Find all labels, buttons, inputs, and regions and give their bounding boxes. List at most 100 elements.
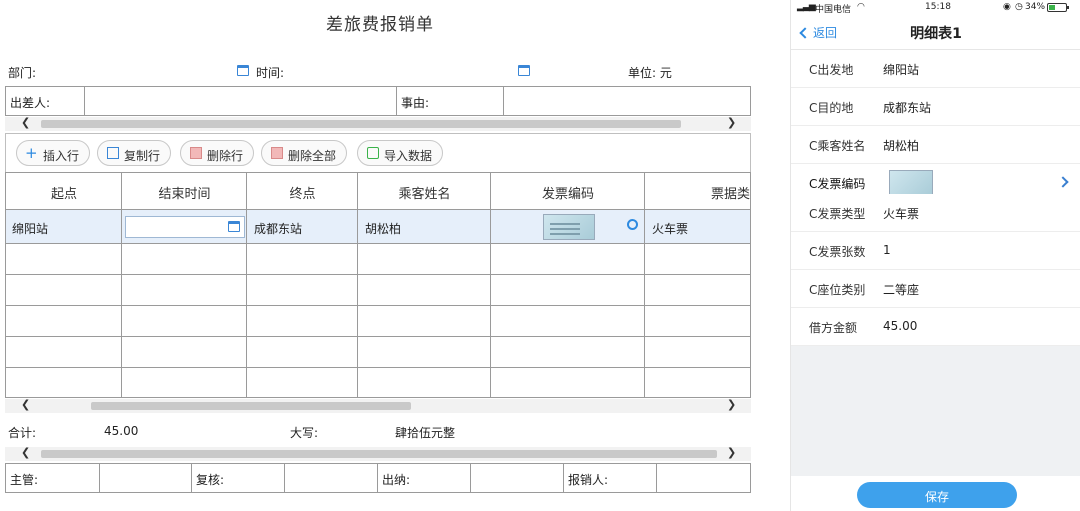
cell-passenger[interactable]: 胡松柏 (361, 210, 405, 243)
footer-scrollbar[interactable]: ❮ ❯ (5, 446, 751, 461)
detail-key: C出发地 (809, 63, 854, 77)
supervisor-input[interactable] (100, 464, 192, 492)
upper-label: 大写: (290, 426, 319, 440)
location-icon: ◉ (1003, 2, 1011, 12)
trash-icon (190, 147, 202, 159)
detail-value: 火车票 (883, 207, 920, 221)
page-title: 明细表1 (910, 26, 962, 42)
reason-input[interactable] (504, 87, 750, 115)
time-label: 时间: (256, 66, 285, 80)
status-time: 15:18 (925, 2, 951, 12)
reviewer-input[interactable] (285, 464, 378, 492)
list-item[interactable]: C发票张数 1 (791, 232, 1080, 270)
unit-label: 单位: 元 (628, 66, 672, 80)
import-data-button[interactable]: 导入数据 (357, 140, 444, 166)
dept-label: 部门: (8, 66, 37, 80)
battery-percent: 34% (1025, 2, 1046, 12)
insert-row-label: 插入行 (43, 149, 80, 163)
signal-icon: ▂▃▅ (797, 2, 816, 12)
scroll-right-icon[interactable]: ❯ (727, 446, 736, 459)
import-icon (367, 147, 379, 159)
detail-key: 借方金额 (809, 321, 858, 335)
chevron-right-icon[interactable] (1057, 176, 1069, 188)
detail-key: C目的地 (809, 101, 854, 115)
header-scrollbar[interactable]: ❮ ❯ (5, 116, 751, 131)
list-item[interactable]: C出发地 绵阳站 (791, 50, 1080, 88)
cell-end[interactable]: 成都东站 (250, 210, 306, 243)
scroll-left-icon[interactable]: ❮ (21, 446, 30, 459)
meta-row: 部门: 时间: 单位: 元 (0, 60, 760, 82)
search-icon[interactable] (627, 219, 638, 230)
header-fields: 出差人: 事由: (5, 86, 751, 116)
delete-all-button[interactable]: 删除全部 (261, 140, 348, 166)
delete-all-label: 删除全部 (288, 149, 337, 163)
carrier-label: 中国电信 (815, 5, 852, 15)
traveler-label: 出差人: (6, 87, 85, 115)
col-header-passenger: 乘客姓名 (398, 187, 451, 202)
upper-value: 肆拾伍元整 (395, 426, 456, 440)
calendar-icon[interactable] (518, 65, 530, 76)
table-toolbar: + 插入行 复制行 删除行 删除全部 导入数据 (5, 133, 751, 173)
trash-icon (271, 147, 283, 159)
list-item[interactable]: 借方金额 45.00 (791, 308, 1080, 346)
invoice-thumbnail[interactable] (543, 214, 595, 240)
cell-start[interactable]: 绵阳站 (8, 210, 52, 243)
import-data-label: 导入数据 (384, 149, 433, 163)
scroll-right-icon[interactable]: ❯ (727, 398, 736, 411)
scroll-left-icon[interactable]: ❮ (21, 398, 30, 411)
totals-row: 合计: 45.00 大写: 肆拾伍元整 (0, 424, 760, 442)
supervisor-label: 主管: (6, 464, 100, 492)
scroll-left-icon[interactable]: ❮ (21, 116, 30, 129)
col-header-end-time: 结束时间 (158, 187, 211, 202)
list-item[interactable]: C座位类别 二等座 (791, 270, 1080, 308)
plus-icon: + (25, 144, 38, 162)
screen: 差旅费报销单 部门: 时间: 单位: 元 出差人: 事由: ❮ ❯ + 插入行 (0, 0, 1080, 511)
table-scrollbar[interactable]: ❮ ❯ (5, 398, 751, 413)
total-value: 45.00 (104, 424, 139, 438)
claimant-label: 报销人: (564, 464, 657, 492)
reviewer-label: 复核: (192, 464, 285, 492)
nav-bar: 返回 明细表1 (791, 16, 1080, 50)
form-title: 差旅费报销单 (326, 15, 434, 35)
cashier-input[interactable] (471, 464, 564, 492)
detail-key: C发票张数 (809, 245, 866, 259)
status-bar: ▂▃▅ 中国电信 ◠ 15:18 ◉ ◷ 34% (791, 0, 1080, 16)
scroll-thumb[interactable] (91, 402, 411, 410)
copy-row-label: 复制行 (124, 149, 161, 163)
detail-key: C发票编码 (809, 177, 866, 191)
alarm-icon: ◷ (1015, 2, 1023, 12)
delete-row-label: 删除行 (207, 149, 244, 163)
invoice-thumbnail[interactable] (889, 170, 933, 196)
copy-row-button[interactable]: 复制行 (97, 140, 172, 166)
save-button[interactable]: 保存 (857, 482, 1017, 508)
calendar-icon[interactable] (237, 65, 249, 76)
calendar-icon[interactable] (228, 221, 240, 232)
total-label: 合计: (8, 426, 37, 440)
col-header-ticket-type: 票据类型 (711, 187, 751, 202)
claimant-input[interactable] (657, 464, 750, 492)
list-item[interactable]: C乘客姓名 胡松柏 (791, 126, 1080, 164)
end-time-input[interactable] (125, 216, 245, 238)
detail-value: 二等座 (883, 283, 920, 297)
cell-ticket-type[interactable]: 火车票 (648, 210, 692, 243)
reason-label: 事由: (397, 87, 504, 115)
mobile-detail-view: ▂▃▅ 中国电信 ◠ 15:18 ◉ ◷ 34% 返回 明细表1 C出发地 绵阳… (790, 0, 1080, 511)
cashier-label: 出纳: (378, 464, 471, 492)
battery-icon (1047, 3, 1069, 12)
traveler-input[interactable] (85, 87, 397, 115)
detail-key: C座位类别 (809, 283, 866, 297)
list-item[interactable]: C发票类型 火车票 (791, 194, 1080, 232)
delete-row-button[interactable]: 删除行 (180, 140, 255, 166)
scroll-right-icon[interactable]: ❯ (727, 116, 736, 129)
copy-icon (107, 147, 119, 159)
col-header-start: 起点 (50, 187, 77, 202)
insert-row-button[interactable]: + 插入行 (16, 140, 91, 166)
list-item[interactable]: C目的地 成都东站 (791, 88, 1080, 126)
detail-key: C乘客姓名 (809, 139, 866, 153)
detail-value: 成都东站 (883, 101, 932, 115)
scroll-thumb[interactable] (41, 120, 681, 128)
scroll-thumb[interactable] (41, 450, 717, 458)
detail-value: 绵阳站 (883, 63, 920, 77)
wifi-icon: ◠ (857, 2, 865, 12)
expense-form: 差旅费报销单 部门: 时间: 单位: 元 出差人: 事由: ❮ ❯ + 插入行 (0, 0, 760, 511)
